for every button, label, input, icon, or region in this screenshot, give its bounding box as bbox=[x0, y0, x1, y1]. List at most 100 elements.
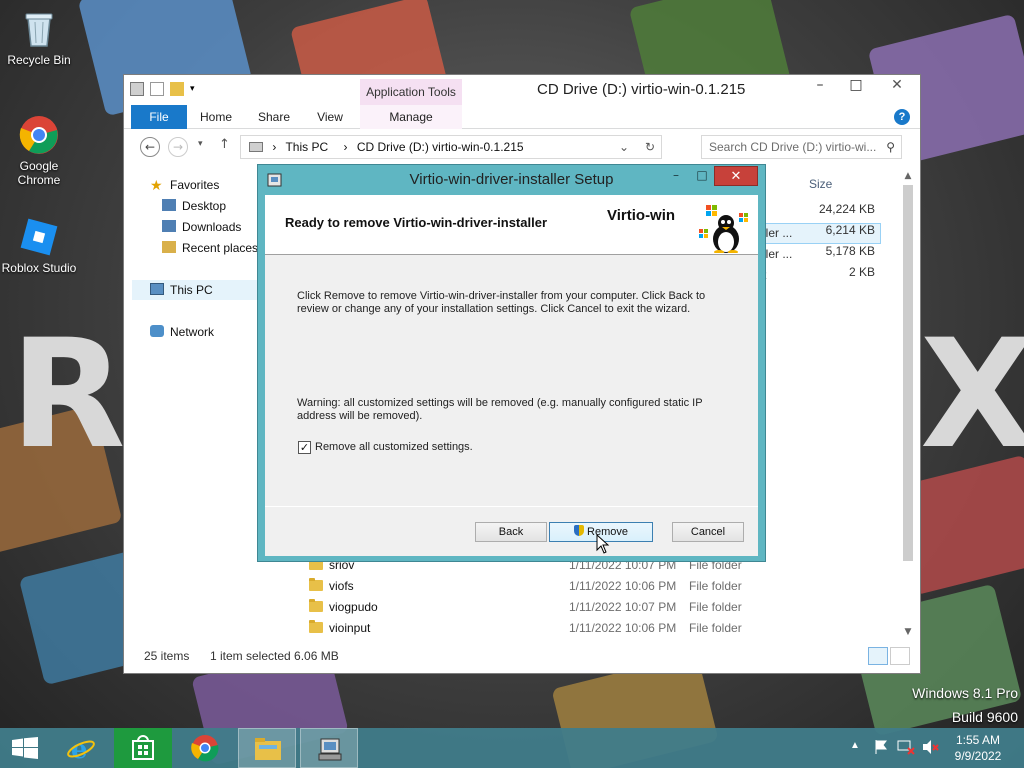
vertical-scrollbar[interactable]: ▲ ▼ bbox=[900, 171, 916, 641]
clock-date: 9/9/2022 bbox=[954, 749, 1002, 763]
breadcrumb-cd-drive[interactable]: CD Drive (D:) virtio-win-0.1.215 bbox=[357, 140, 524, 154]
star-icon: ★ bbox=[150, 177, 163, 193]
tab-view[interactable]: View bbox=[310, 105, 350, 129]
minimize-button[interactable]: – bbox=[802, 75, 838, 97]
search-input[interactable]: Search CD Drive (D:) virtio-wi... ⚲ bbox=[701, 135, 902, 159]
quick-access-toolbar: ▾ bbox=[130, 82, 198, 96]
help-icon[interactable]: ? bbox=[894, 109, 910, 125]
tab-manage[interactable]: Manage bbox=[360, 105, 462, 129]
breadcrumb-chevron-icon[interactable]: › bbox=[272, 140, 276, 154]
item-count: 25 items bbox=[144, 649, 190, 663]
chevron-down-icon[interactable]: ▾ bbox=[190, 82, 198, 96]
dialog-maximize-button[interactable]: □ bbox=[689, 167, 715, 185]
nav-network[interactable]: Network bbox=[150, 322, 214, 342]
network-status-icon[interactable] bbox=[897, 739, 915, 768]
tux-logo-icon bbox=[693, 199, 753, 254]
up-arrow-icon[interactable]: ↑ bbox=[219, 137, 230, 152]
desktop-icon-recycle-bin[interactable]: Recycle Bin bbox=[0, 8, 78, 67]
close-button[interactable]: ✕ bbox=[874, 75, 920, 97]
nav-desktop[interactable]: Desktop bbox=[162, 196, 226, 216]
clock-time: 1:55 AM bbox=[955, 733, 1001, 747]
dialog-minimize-button[interactable]: – bbox=[663, 167, 689, 185]
forward-arrow-icon[interactable]: → bbox=[168, 137, 188, 157]
remove-settings-label[interactable]: Remove all customized settings. bbox=[315, 441, 473, 453]
show-hidden-icons[interactable]: ▲ bbox=[850, 740, 860, 768]
back-button[interactable]: Back bbox=[475, 522, 547, 542]
explorer-titlebar[interactable]: ▾ Application Tools CD Drive (D:) virtio… bbox=[124, 75, 920, 105]
file-explorer-icon bbox=[255, 738, 281, 760]
address-bar[interactable]: › This PC › CD Drive (D:) virtio-win-0.1… bbox=[240, 135, 662, 159]
drive-icon bbox=[249, 142, 263, 152]
folder-icon bbox=[309, 599, 323, 612]
start-button[interactable] bbox=[0, 728, 50, 768]
new-folder-icon[interactable] bbox=[170, 82, 184, 96]
taskbar-setup-installer[interactable] bbox=[300, 728, 358, 768]
breadcrumb-chevron-icon[interactable]: › bbox=[344, 140, 348, 154]
volume-muted-icon[interactable] bbox=[921, 739, 939, 768]
recent-places-icon bbox=[162, 241, 176, 253]
nav-recent-places[interactable]: Recent places bbox=[162, 238, 258, 258]
search-icon[interactable]: ⚲ bbox=[886, 136, 895, 158]
column-header-size[interactable]: Size bbox=[809, 177, 832, 191]
scroll-down-icon[interactable]: ▼ bbox=[900, 627, 916, 637]
chrome-icon bbox=[18, 114, 60, 156]
nav-downloads[interactable]: Downloads bbox=[162, 217, 241, 237]
folder-icon bbox=[309, 620, 323, 633]
address-dropdown-icon[interactable]: ⌄ bbox=[619, 136, 629, 158]
status-bar: 25 items 1 item selected 6.06 MB bbox=[124, 645, 920, 669]
address-row: ← → ▾ ↑ › This PC › CD Drive (D:) virtio… bbox=[124, 133, 920, 161]
taskbar-store[interactable] bbox=[114, 728, 172, 768]
breadcrumb-this-pc[interactable]: This PC bbox=[285, 140, 328, 154]
tab-file[interactable]: File bbox=[131, 105, 187, 129]
desktop-icon-label: Roblox Studio bbox=[1, 261, 77, 275]
file-size: 24,224 KB bbox=[818, 202, 875, 216]
file-size: 6,214 KB bbox=[825, 223, 875, 237]
recycle-bin-icon bbox=[18, 8, 60, 50]
navigation-pane: ★ Favorites Desktop Downloads Recent plac… bbox=[124, 171, 264, 641]
dialog-close-button[interactable]: ✕ bbox=[714, 166, 758, 186]
refresh-icon[interactable]: ↻ bbox=[645, 136, 655, 158]
file-name-fragment[interactable]: ller ... bbox=[763, 244, 792, 265]
maximize-button[interactable]: □ bbox=[838, 75, 874, 97]
taskbar-clock[interactable]: 1:55 AM 9/9/2022 bbox=[940, 732, 1016, 764]
taskbar-chrome[interactable] bbox=[176, 728, 234, 768]
tab-share[interactable]: Share bbox=[252, 105, 296, 129]
roblox-studio-icon bbox=[18, 216, 60, 258]
scroll-up-icon[interactable]: ▲ bbox=[900, 171, 916, 181]
taskbar: e ▲ 1:55 AM 9/9/2022 bbox=[0, 728, 1024, 768]
taskbar-internet-explorer[interactable]: e bbox=[52, 728, 110, 768]
scrollbar-thumb[interactable] bbox=[903, 185, 913, 561]
dialog-body: Ready to remove Virtio-win-driver-instal… bbox=[265, 195, 758, 556]
installer-icon bbox=[318, 738, 342, 761]
selection-info: 1 item selected 6.06 MB bbox=[210, 649, 339, 663]
file-size: 5,178 KB bbox=[825, 244, 875, 258]
desktop-icon-google-chrome[interactable]: Google Chrome bbox=[0, 114, 78, 187]
drive-icon[interactable] bbox=[130, 82, 144, 96]
nav-this-pc[interactable]: This PC bbox=[132, 280, 260, 300]
desktop-icon-roblox-studio[interactable]: Roblox Studio bbox=[0, 216, 78, 275]
tab-home[interactable]: Home bbox=[194, 105, 238, 129]
chrome-icon bbox=[191, 735, 219, 762]
details-view-icon[interactable] bbox=[868, 647, 888, 665]
desktop-icon-label: Google Chrome bbox=[17, 159, 61, 187]
instructions-text: Click Remove to remove Virtio-win-driver… bbox=[297, 290, 706, 315]
recent-locations-chevron-icon[interactable]: ▾ bbox=[198, 139, 203, 149]
table-row[interactable]: viofs 1/11/2022 10:06 PM File folder bbox=[269, 576, 889, 597]
store-icon bbox=[132, 735, 154, 760]
mouse-cursor-icon bbox=[596, 533, 610, 554]
back-arrow-icon[interactable]: ← bbox=[140, 137, 160, 157]
action-center-flag-icon[interactable] bbox=[873, 739, 889, 768]
downloads-folder-icon bbox=[162, 220, 176, 232]
desktop-icon-label: Recycle Bin bbox=[7, 53, 71, 67]
table-row[interactable]: viogpudo 1/11/2022 10:07 PM File folder bbox=[269, 597, 889, 618]
network-icon bbox=[150, 325, 164, 337]
nav-favorites[interactable]: ★ Favorites bbox=[150, 175, 219, 195]
table-row[interactable]: vioinput 1/11/2022 10:06 PM File folder bbox=[269, 618, 889, 639]
large-icons-view-icon[interactable] bbox=[890, 647, 910, 665]
search-placeholder: Search CD Drive (D:) virtio-wi... bbox=[709, 140, 877, 154]
ribbon-tabs: File Home Share View Manage ? bbox=[124, 105, 920, 129]
remove-settings-checkbox[interactable]: ✓ bbox=[298, 441, 311, 454]
taskbar-file-explorer[interactable] bbox=[238, 728, 296, 768]
properties-icon[interactable] bbox=[150, 82, 164, 96]
cancel-button[interactable]: Cancel bbox=[672, 522, 744, 542]
